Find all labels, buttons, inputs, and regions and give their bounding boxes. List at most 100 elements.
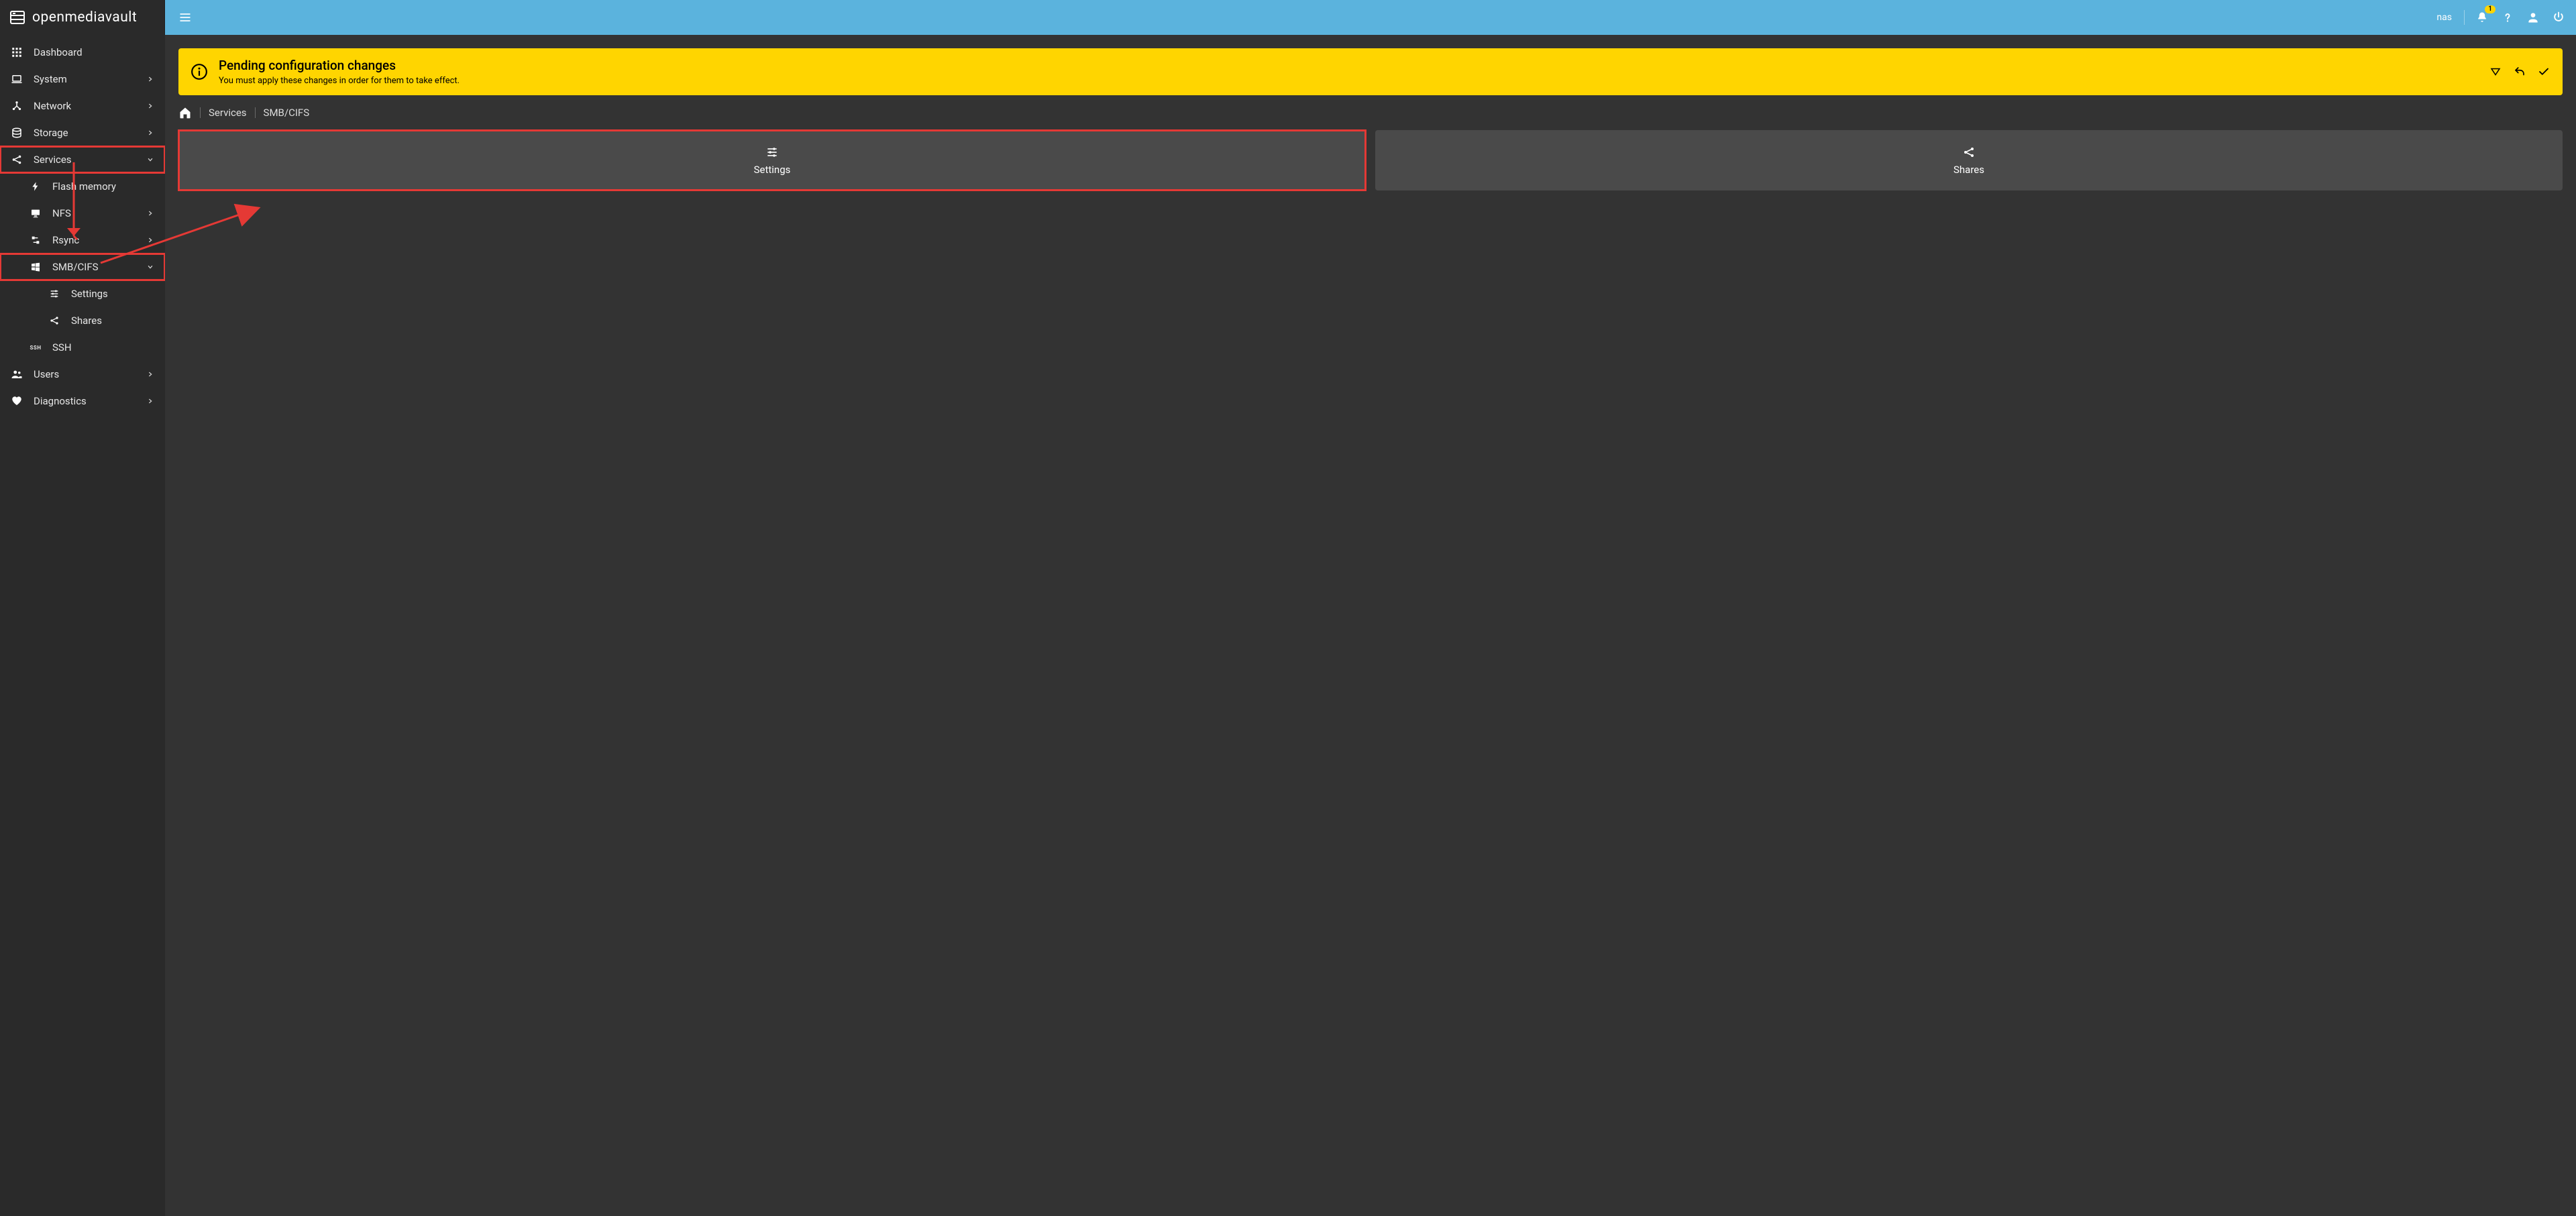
sidebar-item-smb-settings[interactable]: Settings [0, 280, 165, 307]
banner-revert-button[interactable] [2513, 65, 2526, 78]
power-button[interactable] [2551, 9, 2567, 25]
sidebar-item-flash-memory[interactable]: Flash memory [0, 173, 165, 200]
card-label: Settings [754, 164, 791, 176]
topbar-divider [2464, 10, 2465, 25]
hamburger-icon [178, 11, 192, 24]
banner-text: Pending configuration changes You must a… [219, 58, 2478, 86]
notifications-button[interactable]: 1 [2474, 9, 2490, 25]
sidebar-item-storage[interactable]: Storage [0, 119, 165, 146]
breadcrumb-home-button[interactable] [178, 106, 192, 119]
banner-actions [2489, 65, 2551, 78]
banner-details-button[interactable] [2489, 65, 2502, 78]
windows-icon [28, 262, 43, 272]
sync-icon [28, 235, 43, 245]
sidebar-item-label: Diagnostics [34, 395, 136, 407]
triangle-down-icon [2489, 66, 2502, 78]
share-icon [1962, 145, 1976, 160]
breadcrumb: Services SMB/CIFS [178, 106, 2563, 119]
heartbeat-icon [9, 395, 24, 407]
undo-icon [2514, 66, 2526, 78]
brand-text: openmediavault [32, 9, 137, 25]
main-area: Dashboard System Network Storage [0, 35, 2576, 1216]
topbar: openmediavault nas 1 [0, 0, 2576, 35]
sidebar-item-label: SSH [52, 341, 156, 353]
topbar-brand: openmediavault [0, 0, 165, 35]
hostname-label: nas [2436, 12, 2452, 23]
sidebar-item-users[interactable]: Users [0, 361, 165, 388]
chevron-right-icon [145, 371, 156, 378]
chevron-right-icon [145, 398, 156, 404]
sidebar-item-label: Services [34, 154, 136, 166]
ssh-icon: SSH [28, 345, 43, 351]
help-icon [2501, 11, 2514, 24]
banner-title: Pending configuration changes [219, 58, 2478, 73]
content-area: Pending configuration changes You must a… [165, 35, 2576, 1216]
sidebar-item-label: Rsync [52, 234, 136, 246]
sidebar-item-label: NFS [52, 207, 136, 219]
chevron-right-icon [145, 76, 156, 82]
sidebar-item-label: System [34, 73, 136, 85]
topbar-actions: nas 1 [2436, 9, 2567, 25]
pending-changes-banner: Pending configuration changes You must a… [178, 48, 2563, 95]
users-icon [9, 368, 24, 380]
apps-icon [9, 46, 24, 58]
sidebar-item-system[interactable]: System [0, 66, 165, 93]
network-icon [9, 100, 24, 112]
sidebar-sub-services: Flash memory NFS Rsync [0, 173, 165, 361]
chevron-right-icon [145, 210, 156, 217]
sidebar-item-diagnostics[interactable]: Diagnostics [0, 388, 165, 414]
monitor-icon [28, 208, 43, 219]
flash-icon [28, 181, 43, 192]
topbar-right: nas 1 [165, 0, 2576, 35]
chevron-right-icon [145, 237, 156, 243]
sidebar-item-label: Flash memory [52, 180, 156, 192]
card-shares[interactable]: Shares [1375, 130, 2563, 190]
sidebar-item-smb-shares[interactable]: Shares [0, 307, 165, 334]
sidebar-item-label: Network [34, 100, 136, 112]
breadcrumb-sep [255, 107, 256, 118]
chevron-down-icon [145, 264, 156, 270]
sidebar-sub-smb: Settings Shares [0, 280, 165, 334]
chevron-right-icon [145, 129, 156, 136]
user-button[interactable] [2525, 9, 2541, 25]
tune-icon [765, 145, 779, 160]
storage-icon [9, 127, 24, 139]
notification-badge: 1 [2485, 5, 2496, 13]
sidebar-item-label: Storage [34, 127, 136, 139]
breadcrumb-services[interactable]: Services [209, 107, 247, 119]
info-icon [191, 63, 208, 80]
sidebar-item-smb[interactable]: SMB/CIFS [0, 254, 165, 280]
tune-icon [47, 288, 62, 299]
power-icon [2552, 11, 2565, 24]
laptop-icon [9, 73, 24, 85]
sidebar-item-label: Dashboard [34, 46, 156, 58]
sidebar-item-label: Settings [71, 288, 156, 300]
share-icon [47, 315, 62, 326]
card-settings[interactable]: Settings [178, 130, 1366, 190]
card-label: Shares [1953, 164, 1984, 176]
breadcrumb-sep [200, 107, 201, 118]
sidebar-item-services[interactable]: Services [0, 146, 165, 173]
sidebar: Dashboard System Network Storage [0, 35, 165, 1216]
chevron-right-icon [145, 103, 156, 109]
breadcrumb-smb[interactable]: SMB/CIFS [264, 107, 310, 119]
sidebar-item-network[interactable]: Network [0, 93, 165, 119]
home-icon [178, 106, 192, 119]
sidebar-item-label: Shares [71, 315, 156, 327]
user-icon [2526, 11, 2540, 24]
sidebar-item-label: SMB/CIFS [52, 261, 136, 273]
chevron-down-icon [145, 156, 156, 163]
banner-apply-button[interactable] [2537, 65, 2551, 78]
banner-subtitle: You must apply these changes in order fo… [219, 76, 2478, 86]
sidebar-item-nfs[interactable]: NFS [0, 200, 165, 227]
sidebar-item-label: Users [34, 368, 136, 380]
check-icon [2538, 66, 2550, 78]
card-row: Settings Shares [178, 130, 2563, 190]
help-button[interactable] [2500, 9, 2516, 25]
sidebar-item-dashboard[interactable]: Dashboard [0, 39, 165, 66]
share-icon [9, 154, 24, 166]
sidebar-item-rsync[interactable]: Rsync [0, 227, 165, 254]
sidebar-item-ssh[interactable]: SSH SSH [0, 334, 165, 361]
menu-toggle-button[interactable] [174, 7, 196, 28]
logo-icon [9, 9, 25, 25]
